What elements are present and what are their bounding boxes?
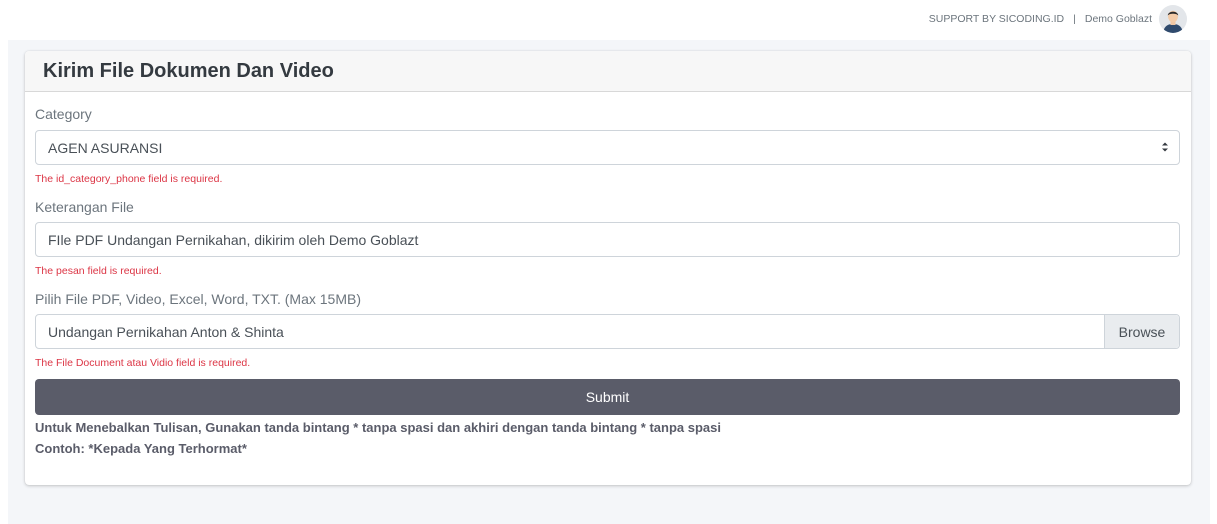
bold-hint-text: Untuk Menebalkan Tulisan, Gunakan tanda … [35,420,721,435]
page-title: Kirim File Dokumen Dan Video [43,59,334,82]
bold-example-text: Contoh: *Kepada Yang Terhormat* [35,441,247,456]
navbar-right: SUPPORT BY SICODING.ID | Demo Goblazt [929,0,1187,38]
category-label: Category [35,106,92,122]
keterangan-input[interactable]: FIle PDF Undangan Pernikahan, dikirim ol… [35,222,1180,257]
keterangan-error: The pesan field is required. [35,265,162,277]
navbar-separator: | [1073,13,1076,25]
file-label: Pilih File PDF, Video, Excel, Word, TXT.… [35,291,361,307]
support-link[interactable]: SUPPORT BY SICODING.ID [929,13,1064,25]
file-input[interactable]: Undangan Pernikahan Anton & Shinta Brows… [35,314,1180,349]
file-name-value: Undangan Pernikahan Anton & Shinta [48,323,284,340]
form-card: Kirim File Dokumen Dan Video Category AG… [25,51,1191,485]
category-error: The id_category_phone field is required. [35,173,223,185]
top-navbar: SUPPORT BY SICODING.ID | Demo Goblazt [0,0,1217,40]
content-wrapper: Kirim File Dokumen Dan Video Category AG… [8,40,1210,524]
user-avatar-icon [1159,5,1187,33]
file-error: The File Document atau Vidio field is re… [35,357,251,369]
category-select[interactable]: AGEN ASURANSI [35,130,1180,165]
keterangan-value: FIle PDF Undangan Pernikahan, dikirim ol… [48,231,419,248]
submit-button[interactable]: Submit [35,379,1180,415]
keterangan-label: Keterangan File [35,199,134,215]
user-name[interactable]: Demo Goblazt [1085,13,1152,25]
avatar[interactable] [1159,5,1187,33]
card-header: Kirim File Dokumen Dan Video [25,51,1191,92]
browse-button[interactable]: Browse [1104,315,1179,348]
category-selected-value: AGEN ASURANSI [48,139,163,156]
sort-caret-icon [1162,142,1168,152]
